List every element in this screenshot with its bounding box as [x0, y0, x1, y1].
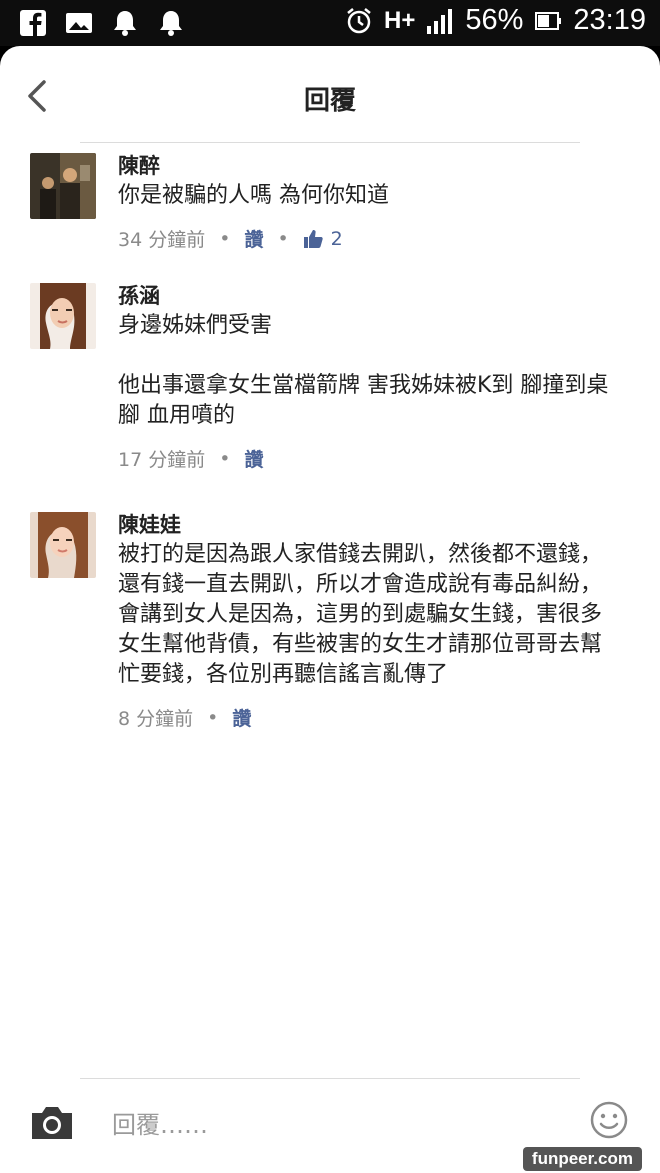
separator-dot: • — [207, 706, 219, 729]
battery-percent: 56% — [465, 4, 524, 36]
avatar[interactable] — [30, 512, 96, 578]
reply-input[interactable] — [110, 1101, 534, 1149]
avatar[interactable] — [30, 153, 96, 219]
smiley-icon[interactable] — [589, 1100, 629, 1140]
comment-text: 被打的是因為跟人家借錢去開趴，然後都不還錢，還有錢一直去開趴，所以才會造成說有毒… — [118, 542, 603, 687]
clock: 23:19 — [573, 4, 646, 36]
page-title: 回覆 — [303, 86, 356, 116]
comment-meta: 17 分鐘前 • 讚 — [118, 445, 618, 472]
comment-timestamp: 34 分鐘前 — [118, 229, 206, 251]
alarm-icon — [347, 7, 371, 33]
comment-text: 身邊姊妹們受害 他出事還拿女生當檔箭牌 害我姊妹被K到 腳撞到桌腳 血用噴的 — [118, 313, 609, 428]
network-type: H+ — [384, 6, 416, 34]
separator-dot: • — [277, 227, 289, 250]
thumbs-up-icon — [303, 229, 323, 248]
comment-text: 你是被騙的人嗎 為何你知道 — [118, 183, 389, 208]
signal-icon — [427, 8, 453, 34]
comment-timestamp: 17 分鐘前 — [118, 449, 206, 471]
like-count[interactable]: 2 — [303, 228, 343, 250]
header: 回覆 — [0, 46, 660, 142]
comment-meta: 8 分鐘前 • 讚 — [118, 704, 618, 731]
bell-icon — [114, 11, 136, 36]
divider — [80, 142, 580, 143]
photo-icon — [66, 13, 92, 33]
comment-timestamp: 8 分鐘前 — [118, 708, 194, 730]
commenter-name[interactable]: 孫涵 — [118, 281, 618, 311]
divider — [80, 1078, 580, 1079]
separator-dot: • — [219, 447, 231, 470]
watermark: funpeer.com — [522, 1147, 642, 1171]
comment-meta: 34 分鐘前 • 讚 • 2 — [118, 225, 618, 252]
camera-icon[interactable] — [28, 1103, 76, 1143]
like-button[interactable]: 讚 — [244, 445, 263, 472]
bell-icon — [160, 11, 182, 36]
separator-dot: • — [219, 227, 231, 250]
like-count-number: 2 — [330, 227, 343, 250]
commenter-name[interactable]: 陳娃娃 — [118, 510, 618, 540]
avatar[interactable] — [30, 283, 96, 349]
like-button[interactable]: 讚 — [244, 225, 263, 252]
status-bar: H+ 56% 23:19 — [0, 0, 660, 46]
reply-sheet: 回覆 陳醉 你是被騙的人嗎 為何你知道 34 分鐘前 • 讚 • 2 孫涵 身邊… — [0, 46, 660, 1173]
facebook-icon — [20, 10, 46, 37]
like-button[interactable]: 讚 — [232, 704, 251, 731]
battery-icon — [535, 11, 562, 30]
commenter-name[interactable]: 陳醉 — [118, 151, 618, 181]
